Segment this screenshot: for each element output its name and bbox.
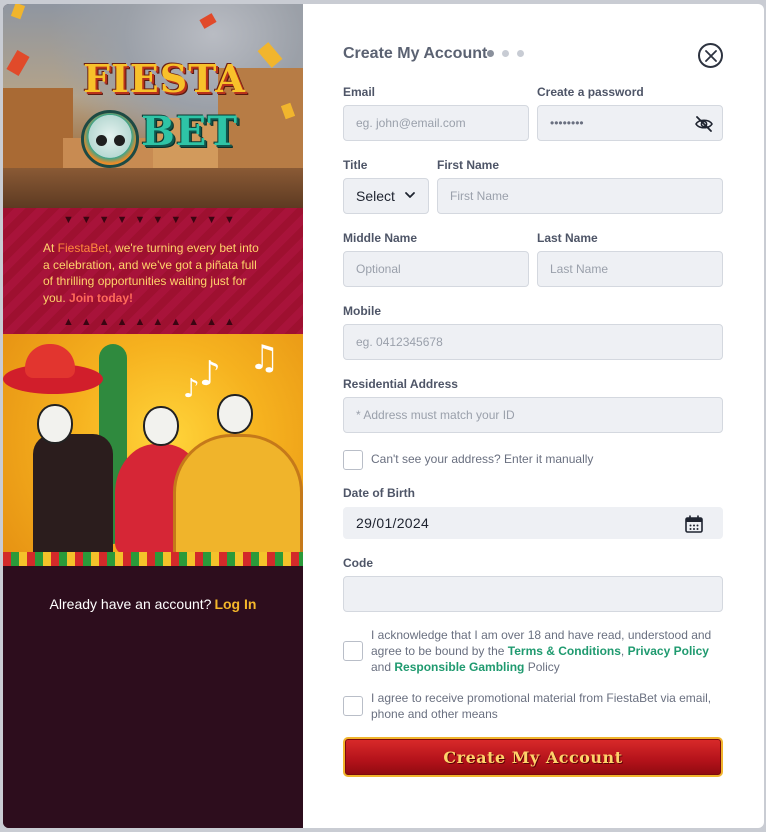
login-prompt-area: Already have an account? Log In	[3, 566, 303, 828]
mariachi-illustration: ♪ ♫ ♪	[3, 334, 303, 566]
address-input[interactable]: * Address must match your ID	[343, 397, 723, 433]
join-today-link[interactable]: Join today!	[69, 291, 133, 305]
dob-label: Date of Birth	[343, 486, 415, 500]
marketing-checkbox[interactable]	[343, 696, 363, 716]
decorative-border	[3, 552, 303, 566]
promo-prefix: At	[43, 241, 58, 255]
first-name-input[interactable]: First Name	[437, 178, 723, 214]
email-input[interactable]: eg. john@email.com	[343, 105, 529, 141]
create-account-button[interactable]: Create My Account	[343, 737, 723, 777]
password-value: ••••••••	[550, 116, 584, 130]
password-input[interactable]: ••••••••	[537, 105, 723, 141]
confetti	[10, 4, 26, 20]
dob-input[interactable]: 29/01/2024	[343, 507, 723, 539]
terms-label: I acknowledge that I am over 18 and have…	[371, 627, 721, 675]
mobile-input[interactable]: eg. 0412345678	[343, 324, 723, 360]
logo-bet-text: BET	[141, 108, 239, 155]
skull-head	[217, 394, 253, 434]
terms-checkbox[interactable]	[343, 641, 363, 661]
signup-form: Create My Account Email eg. john@email.c…	[303, 4, 764, 828]
middle-name-label: Middle Name	[343, 231, 418, 245]
confetti	[199, 13, 217, 29]
promo-brand: FiestaBet	[57, 241, 109, 255]
confetti	[6, 49, 30, 77]
form-title: Create My Account	[343, 45, 488, 62]
step-dot	[517, 50, 524, 57]
close-button[interactable]	[698, 43, 723, 68]
logo-fiesta-text: FIESTA	[83, 56, 246, 101]
terms-and: and	[371, 660, 395, 674]
title-select-value: Select	[356, 188, 395, 204]
terms-sep: ,	[620, 644, 628, 658]
mariachi-figure	[33, 434, 113, 564]
music-note-icon: ♪	[183, 374, 200, 404]
marketing-label: I agree to receive promotional material …	[371, 691, 712, 721]
chevron-down-icon	[405, 192, 415, 198]
promo-banner: ▼▼▼▼▼▼▼▼▼▼ At FiestaBet, we're turning e…	[3, 208, 303, 334]
first-name-label: First Name	[437, 158, 500, 172]
last-name-label: Last Name	[537, 231, 598, 245]
last-name-input[interactable]: Last Name	[537, 251, 723, 287]
skull-eye	[114, 135, 125, 146]
email-label: Email	[343, 85, 376, 99]
mobile-label: Mobile	[343, 304, 381, 318]
skull-eye	[96, 135, 107, 146]
login-prompt-text: Already have an account?	[49, 596, 212, 612]
sugar-skull-icon	[81, 110, 139, 168]
hero-image: FIESTA BET	[3, 4, 303, 208]
skull-head	[143, 406, 179, 446]
step-dot	[502, 50, 509, 57]
manual-address-label: Can't see your address? Enter it manuall…	[371, 452, 594, 466]
triangle-border-top: ▼▼▼▼▼▼▼▼▼▼	[63, 214, 242, 226]
code-label: Code	[343, 556, 373, 570]
address-label: Residential Address	[343, 377, 458, 391]
manual-address-checkbox[interactable]	[343, 450, 363, 470]
music-note-icon: ♫	[249, 338, 280, 378]
signup-modal: FIESTA BET ▼▼▼▼▼▼▼▼▼▼ At FiestaBet, we'r…	[3, 4, 764, 828]
title-select[interactable]: Select	[343, 178, 429, 214]
step-dot-active	[487, 50, 494, 57]
close-icon	[704, 49, 717, 62]
privacy-policy-link[interactable]: Privacy Policy	[628, 644, 709, 658]
fiestabet-logo: FIESTA BET	[79, 56, 245, 176]
confetti	[257, 42, 283, 68]
sombrero-crown	[25, 344, 75, 378]
dancer-dress	[173, 434, 303, 564]
terms-policy: Policy	[524, 660, 560, 674]
promo-panel: FIESTA BET ▼▼▼▼▼▼▼▼▼▼ At FiestaBet, we'r…	[3, 4, 303, 828]
password-label: Create a password	[537, 85, 644, 99]
login-link[interactable]: Log In	[214, 596, 256, 612]
skull-head	[37, 404, 73, 444]
music-note-icon: ♪	[199, 354, 221, 394]
middle-name-input[interactable]: Optional	[343, 251, 529, 287]
login-prompt: Already have an account? Log In	[3, 596, 303, 612]
eye-off-icon[interactable]	[694, 114, 714, 134]
code-input[interactable]	[343, 576, 723, 612]
terms-conditions-link[interactable]: Terms & Conditions	[508, 644, 621, 658]
promo-text: At FiestaBet, we're turning every bet in…	[43, 240, 268, 306]
triangle-border-bottom: ▲▲▲▲▲▲▲▲▲▲	[63, 316, 242, 328]
title-label: Title	[343, 158, 368, 172]
dob-value: 29/01/2024	[356, 515, 430, 531]
calendar-icon[interactable]	[684, 514, 704, 534]
responsible-gambling-link[interactable]: Responsible Gambling	[394, 660, 524, 674]
step-indicator	[487, 50, 524, 57]
